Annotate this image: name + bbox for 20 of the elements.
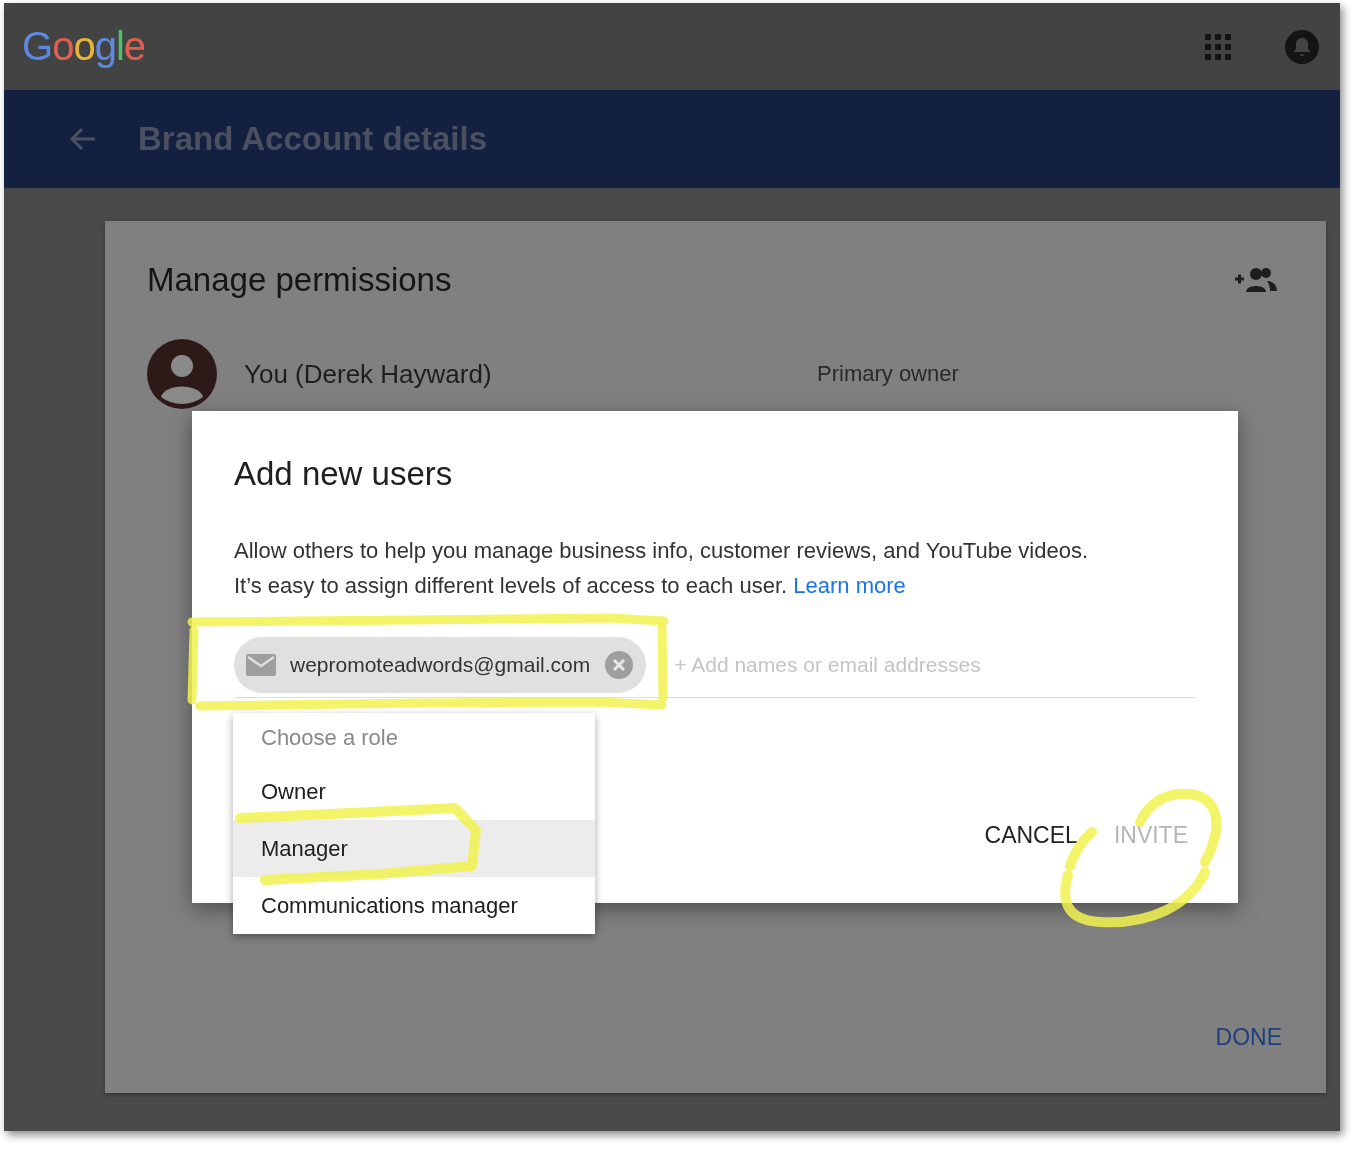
add-person-icon[interactable] [1234, 267, 1278, 293]
menu-header: Choose a role [260, 724, 399, 752]
add-users-input[interactable]: + Add names or email addresses [672, 652, 1196, 678]
avatar-icon [147, 339, 217, 409]
logo: Google [22, 24, 145, 69]
learn-more-link[interactable]: Learn more [793, 573, 906, 598]
mail-icon [246, 654, 276, 676]
remove-icon[interactable] [604, 650, 635, 680]
dialog-button[interactable]: CANCEL [976, 816, 1086, 855]
role-option[interactable]: Owner [233, 763, 595, 820]
user-role: Primary owner [817, 361, 959, 387]
card-title: Manage permissions [147, 261, 452, 299]
dialog-description: Allow others to help you manage business info, customer reviews, and YouTube videos. It’s easy to assign different levels of access to each user. Learn more [234, 537, 1089, 600]
apps-grid-icon[interactable] [1204, 32, 1232, 61]
notification-bell-icon[interactable] [1284, 28, 1320, 65]
role-option[interactable]: Communications manager [233, 877, 595, 934]
user-name: You (Derek Hayward) [244, 358, 493, 390]
email-chip[interactable]: wepromoteadwords@gmail.com [234, 637, 647, 693]
chip-email: wepromoteadwords@gmail.com [290, 653, 591, 677]
dialog-title: Add new users [234, 455, 454, 493]
